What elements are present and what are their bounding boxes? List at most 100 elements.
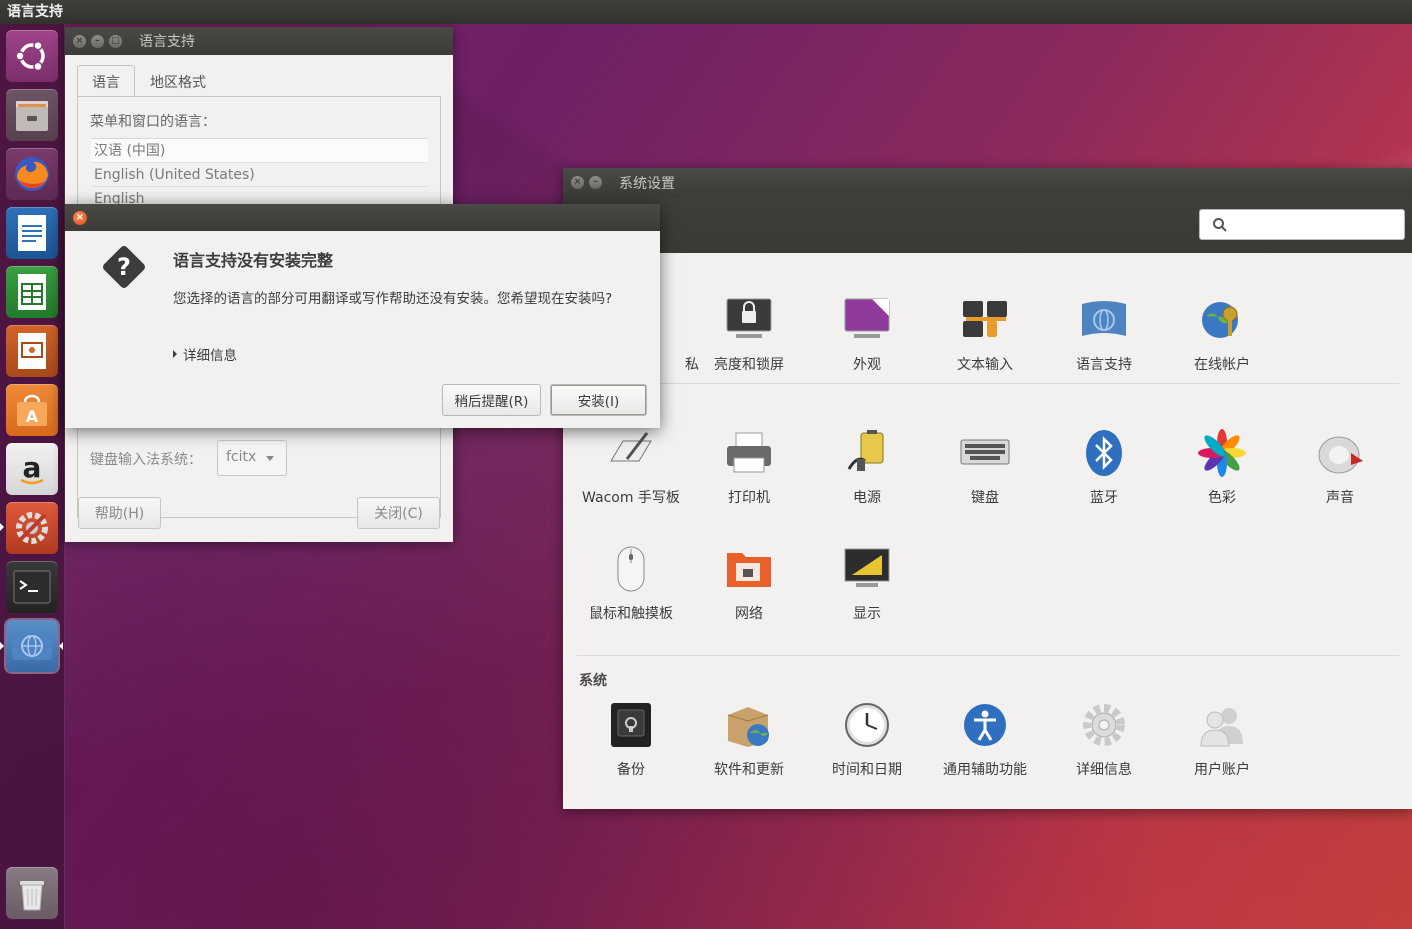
settings-item-bluetooth[interactable]: 蓝牙: [1049, 426, 1159, 510]
lang-titlebar: × – □ 语言支持: [65, 27, 453, 55]
language-list-label: 菜单和窗口的语言：: [90, 114, 216, 130]
settings-item-color[interactable]: 色彩: [1167, 426, 1277, 510]
settings-item-display[interactable]: 显示: [812, 542, 922, 626]
dialog-message: 您选择的语言的部分可用翻译或写作帮助还没有安装。您希望现在安装吗?: [173, 291, 613, 307]
svg-text:?: ?: [117, 253, 131, 281]
keyboard-icon: [958, 426, 1012, 480]
search-input[interactable]: [1199, 209, 1405, 240]
settings-content: 私 亮度和锁屏 外观 文本输入 语言支持 在线帐户 Wacom 手写板 打印机 …: [563, 253, 1412, 809]
terminal-icon[interactable]: [6, 561, 58, 613]
question-icon: ?: [99, 242, 149, 296]
expander-arrow-icon: [173, 350, 177, 358]
system-settings-icon[interactable]: [6, 502, 58, 554]
tab-language[interactable]: 语言: [77, 65, 135, 98]
wacom-tablet-icon: [604, 426, 658, 480]
settings-titlebar: × – 系统设置: [563, 168, 1412, 197]
details-expander[interactable]: 详细信息: [173, 344, 237, 364]
settings-item-network[interactable]: 网络: [694, 542, 804, 626]
close-icon[interactable]: ×: [73, 210, 87, 225]
firefox-icon[interactable]: [6, 148, 58, 200]
settings-item-printer[interactable]: 打印机: [694, 426, 804, 510]
top-panel: 语言支持: [0, 0, 1412, 24]
list-item[interactable]: 汉语 (中国): [91, 139, 428, 163]
section-divider: [577, 383, 1399, 384]
system-section-title: 系统: [579, 673, 607, 689]
files-icon[interactable]: [6, 89, 58, 141]
minimize-icon[interactable]: –: [589, 176, 602, 189]
online-accounts-icon: [1195, 293, 1249, 347]
system-settings-window: × – 系统设置 私 亮度和锁屏 外观 文本输入 语言支持 在线帐户 Wacom…: [563, 168, 1412, 809]
settings-item-universal-access[interactable]: 通用辅助功能: [930, 698, 1040, 782]
keyboard-input-select[interactable]: fcitx: [217, 440, 287, 476]
display-icon: [840, 542, 894, 596]
settings-toolbar: [563, 197, 1412, 253]
settings-item-keyboard[interactable]: 键盘: [930, 426, 1040, 510]
gear-icon: [1077, 698, 1131, 752]
search-icon: [1213, 218, 1227, 232]
active-app-title: 语言支持: [7, 4, 63, 20]
users-icon: [1195, 698, 1249, 752]
lang-tabs: 语言 地区格式: [77, 65, 221, 98]
keyboard-input-label: 键盘输入法系统：: [90, 452, 202, 468]
minimize-icon[interactable]: –: [91, 34, 104, 48]
software-center-icon[interactable]: A: [6, 384, 58, 436]
language-list: 汉语 (中国) English (United States) English: [91, 138, 428, 211]
settings-item-wacom[interactable]: Wacom 手写板: [576, 426, 686, 510]
settings-item-user-accounts[interactable]: 用户账户: [1167, 698, 1277, 782]
settings-item-details[interactable]: 详细信息: [1049, 698, 1159, 782]
close-icon[interactable]: ×: [571, 176, 584, 189]
trash-icon[interactable]: [6, 867, 58, 919]
ubuntu-dash-icon[interactable]: [6, 30, 58, 82]
writer-icon[interactable]: [6, 207, 58, 259]
chevron-down-icon: [266, 456, 274, 461]
printer-icon: [722, 426, 776, 480]
clock-icon: [840, 698, 894, 752]
list-item[interactable]: English (United States): [91, 163, 428, 187]
power-icon: [840, 426, 894, 480]
settings-item-online-accounts[interactable]: 在线帐户: [1167, 293, 1277, 377]
remind-later-button[interactable]: 稍后提醒(R): [442, 384, 541, 416]
tab-regional-formats[interactable]: 地区格式: [135, 65, 221, 98]
amazon-icon[interactable]: a: [6, 443, 58, 495]
mouse-icon: [604, 542, 658, 596]
settings-item-software-updates[interactable]: 软件和更新: [694, 698, 804, 782]
calc-icon[interactable]: [6, 266, 58, 318]
help-button[interactable]: 帮助(H): [78, 497, 161, 529]
settings-item-sound[interactable]: 声音: [1285, 426, 1395, 510]
incomplete-language-dialog: × ? 语言支持没有安装完整 您选择的语言的部分可用翻译或写作帮助还没有安装。您…: [65, 204, 660, 428]
dialog-heading: 语言支持没有安装完整: [173, 251, 334, 270]
maximize-icon[interactable]: □: [109, 34, 122, 48]
keyboard-input-value: fcitx: [226, 449, 257, 465]
appearance-icon: [840, 293, 894, 347]
dialog-titlebar: ×: [65, 204, 660, 231]
language-support-icon: [1077, 293, 1131, 347]
settings-item-power[interactable]: 电源: [812, 426, 922, 510]
text-entry-icon: [958, 293, 1012, 347]
settings-item-time-date[interactable]: 时间和日期: [812, 698, 922, 782]
launcher: A a: [0, 24, 65, 929]
settings-title: 系统设置: [619, 175, 675, 192]
settings-item-text-entry[interactable]: 文本输入: [930, 293, 1040, 377]
language-support-launcher-icon[interactable]: [6, 620, 58, 672]
details-label: 详细信息: [183, 348, 237, 364]
lang-window-title: 语言支持: [139, 34, 195, 50]
install-button[interactable]: 安装(I): [550, 384, 647, 416]
svg-text:A: A: [26, 407, 39, 426]
close-icon[interactable]: ×: [73, 34, 86, 48]
settings-item-backup[interactable]: 备份: [576, 698, 686, 782]
sound-icon: [1313, 426, 1367, 480]
close-button[interactable]: 关闭(C): [357, 497, 440, 529]
bluetooth-icon: [1077, 426, 1131, 480]
impress-icon[interactable]: [6, 325, 58, 377]
settings-item-language-support[interactable]: 语言支持: [1049, 293, 1159, 377]
settings-item-brightness-lock[interactable]: 亮度和锁屏: [694, 293, 804, 377]
section-divider: [577, 655, 1399, 656]
backup-icon: [604, 698, 658, 752]
settings-item-mouse-touchpad[interactable]: 鼠标和触摸板: [576, 542, 686, 626]
network-icon: [722, 542, 776, 596]
software-updates-icon: [722, 698, 776, 752]
svg-text:a: a: [23, 451, 42, 484]
settings-item-appearance[interactable]: 外观: [812, 293, 922, 377]
color-icon: [1195, 426, 1249, 480]
accessibility-icon: [958, 698, 1012, 752]
